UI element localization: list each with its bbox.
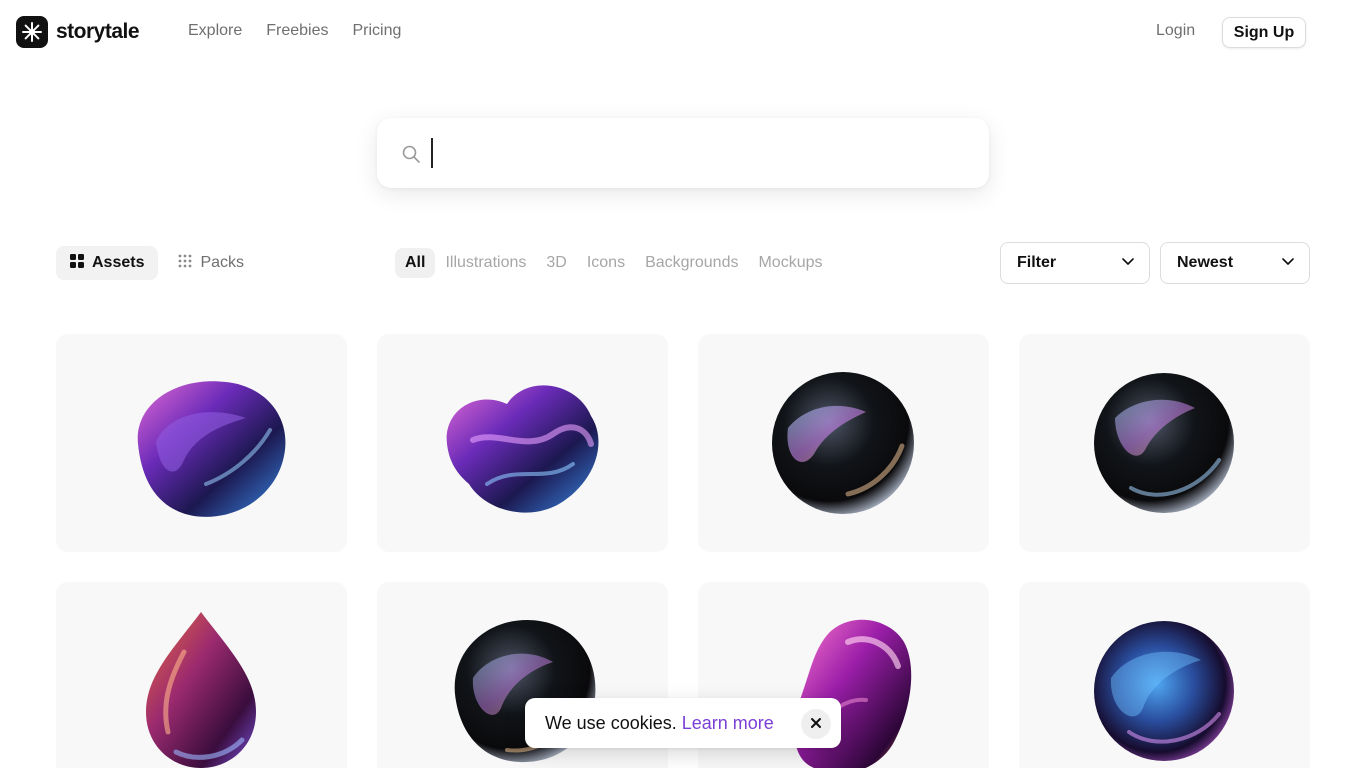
sort-label: Newest [1177, 254, 1234, 271]
asset-thumbnail [137, 381, 286, 517]
nav-pricing[interactable]: Pricing [353, 22, 402, 40]
asset-card[interactable] [56, 334, 347, 552]
learn-more-link[interactable]: Learn more [682, 713, 774, 734]
asset-card[interactable] [377, 334, 668, 552]
category-icons[interactable]: Icons [587, 248, 625, 278]
asset-card[interactable] [56, 582, 347, 768]
logo-text: storytale [56, 20, 140, 43]
search-input[interactable] [431, 138, 961, 168]
category-mockups[interactable]: Mockups [758, 248, 822, 278]
assets-label: Assets [92, 254, 145, 271]
chevron-down-icon [1121, 254, 1135, 273]
close-icon [810, 717, 822, 732]
category-3d[interactable]: 3D [546, 248, 566, 278]
filter-label: Filter [1017, 254, 1057, 271]
nav-explore[interactable]: Explore [188, 22, 242, 40]
logo[interactable]: storytale [16, 16, 140, 48]
search-icon [401, 144, 421, 169]
nav-freebies[interactable]: Freebies [266, 22, 328, 40]
asset-thumbnail [146, 612, 256, 768]
asset-card[interactable] [698, 334, 989, 552]
cookie-text: We use cookies. [545, 712, 677, 733]
asset-thumbnail [772, 372, 914, 514]
search-bar [377, 118, 989, 188]
cookie-close-button[interactable] [801, 709, 831, 739]
packs-tab[interactable]: Packs [164, 246, 258, 280]
chevron-down-icon [1281, 254, 1295, 273]
signup-button[interactable]: Sign Up [1222, 17, 1306, 48]
assets-tab[interactable]: Assets [56, 246, 159, 280]
site-header: storytale Explore Freebies Pricing Login… [0, 0, 1366, 64]
category-tabs: All Illustrations 3D Icons Backgrounds M… [395, 248, 823, 278]
packs-label: Packs [200, 254, 245, 271]
assets-grid-icon [70, 253, 84, 273]
packs-dots-icon [178, 254, 192, 273]
filter-dropdown[interactable]: Filter [1000, 242, 1150, 284]
storytale-logo-icon [16, 16, 48, 48]
asset-card[interactable] [1019, 582, 1310, 768]
cookie-banner: We use cookies. Learn more [525, 698, 841, 748]
category-backgrounds[interactable]: Backgrounds [645, 248, 738, 278]
login-link[interactable]: Login [1156, 22, 1195, 40]
category-all[interactable]: All [395, 248, 436, 278]
category-illustrations[interactable]: Illustrations [445, 248, 526, 278]
view-toggle: Assets Packs [56, 246, 258, 280]
asset-card[interactable] [1019, 334, 1310, 552]
main-nav: Explore Freebies Pricing [188, 22, 401, 40]
asset-thumbnail [446, 385, 599, 513]
asset-thumbnail [1094, 373, 1234, 513]
sort-dropdown[interactable]: Newest [1160, 242, 1310, 284]
asset-thumbnail [1094, 621, 1234, 761]
